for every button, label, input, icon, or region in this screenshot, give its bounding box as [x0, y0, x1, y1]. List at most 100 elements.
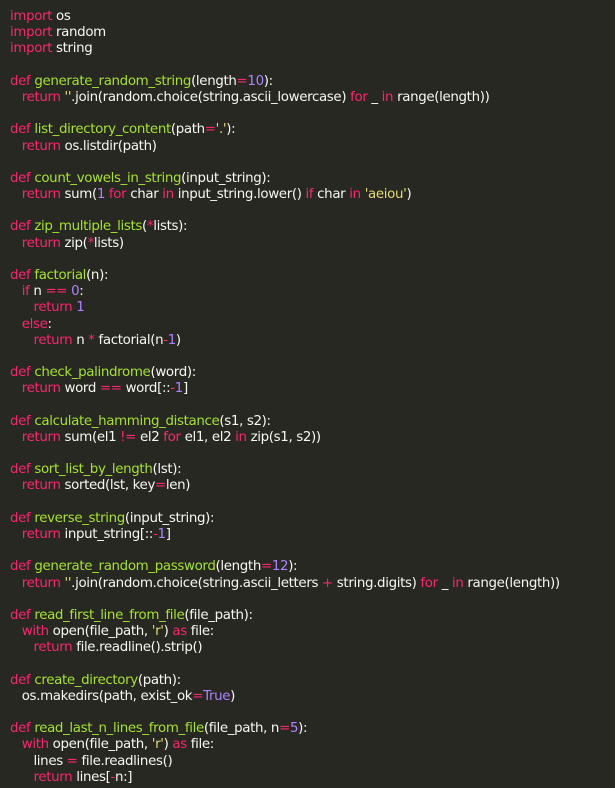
- code-token-kw: def: [10, 672, 31, 688]
- code-token-fn: count_vowels_in_string: [34, 170, 182, 186]
- code-line[interactable]: return lines[-n:]: [10, 770, 615, 786]
- code-token-plain: os.listdir(path): [60, 138, 157, 154]
- code-line[interactable]: def reverse_string(input_string):: [10, 511, 615, 527]
- code-token-fn: read_first_line_from_file: [34, 607, 185, 623]
- code-line[interactable]: import string: [10, 41, 615, 57]
- code-line[interactable]: def count_vowels_in_string(input_string)…: [10, 171, 615, 187]
- code-token-num: 5: [289, 721, 299, 737]
- code-token-plain: .join(random.choice(string.ascii_lowerca…: [71, 89, 351, 105]
- code-line[interactable]: def read_first_line_from_file(file_path)…: [10, 608, 615, 624]
- code-line[interactable]: import random: [10, 25, 615, 41]
- code-line[interactable]: return word == word[::-1]: [10, 381, 615, 397]
- code-line[interactable]: def create_directory(path):: [10, 673, 615, 689]
- code-token-num: 12: [271, 559, 289, 575]
- code-line[interactable]: [10, 543, 615, 559]
- code-line[interactable]: def generate_random_string(length=10):: [10, 74, 615, 90]
- code-token-plain: n:]: [114, 769, 133, 785]
- code-token-num: 1: [167, 332, 177, 348]
- code-token-plain: (word):: [150, 365, 196, 381]
- code-token-plain: range(length)): [393, 89, 490, 105]
- code-editor[interactable]: import os import random import string def …: [10, 9, 615, 786]
- code-line[interactable]: return input_string[::-1]: [10, 527, 615, 543]
- code-token-kw: return: [21, 575, 61, 591]
- code-token-kw: def: [10, 510, 31, 526]
- code-line[interactable]: return sum(1 for char in input_string.lo…: [10, 187, 615, 203]
- code-line[interactable]: return sorted(lst, key=len): [10, 478, 615, 494]
- code-token-kw: import: [10, 41, 53, 57]
- code-token-kw: def: [10, 559, 31, 575]
- code-token-plain: word[::: [121, 381, 171, 397]
- code-line[interactable]: return zip(*lists): [10, 236, 615, 252]
- code-token-plain: (file_path, n: [203, 721, 280, 737]
- code-line[interactable]: def check_palindrome(word):: [10, 365, 615, 381]
- code-token-plain: ): [230, 688, 236, 704]
- code-token-num: 1: [157, 527, 167, 542]
- code-token-plain: ]: [165, 527, 171, 542]
- code-token-plain: (s1, s2):: [219, 413, 271, 429]
- code-line[interactable]: else:: [10, 317, 615, 333]
- code-token-plain: (lst):: [152, 462, 182, 478]
- code-line[interactable]: with open(file_path, 'r') as file:: [10, 624, 615, 640]
- code-line[interactable]: import os: [10, 9, 615, 25]
- code-line[interactable]: [10, 446, 615, 462]
- code-token-str: 'aeiou': [364, 187, 407, 203]
- code-line[interactable]: [10, 155, 615, 171]
- code-token-fn: check_palindrome: [34, 365, 151, 381]
- code-line[interactable]: def factorial(n):: [10, 268, 615, 284]
- code-line[interactable]: def sort_list_by_length(lst):: [10, 462, 615, 478]
- code-token-kw: =: [155, 478, 166, 494]
- code-line[interactable]: return ''.join(random.choice(string.asci…: [10, 90, 615, 106]
- code-token-kw: for: [350, 89, 368, 105]
- code-token-plain: (path: [170, 122, 205, 138]
- code-line[interactable]: [10, 657, 615, 673]
- code-token-kw: return: [33, 769, 73, 785]
- code-line[interactable]: def generate_random_password(length=12):: [10, 559, 615, 575]
- code-line[interactable]: return sum(el1 != el2 for el1, el2 in zi…: [10, 430, 615, 446]
- code-line[interactable]: [10, 58, 615, 74]
- code-token-kw: =: [192, 688, 204, 704]
- code-line[interactable]: return ''.join(random.choice(string.asci…: [10, 576, 615, 592]
- code-token-kw: for: [108, 187, 127, 203]
- code-token-kw: =: [66, 753, 78, 769]
- code-token-kw: def: [10, 607, 31, 623]
- code-token-plain: os: [52, 9, 71, 24]
- code-line[interactable]: return 1: [10, 300, 615, 316]
- code-token-kw: return: [21, 527, 61, 542]
- code-line[interactable]: [10, 495, 615, 511]
- code-token-kw: import: [10, 25, 53, 41]
- code-token-kw: def: [10, 219, 31, 235]
- code-token-kw: in: [162, 187, 174, 203]
- code-token-kw: !=: [120, 429, 137, 445]
- code-line[interactable]: return os.listdir(path): [10, 139, 615, 155]
- code-line[interactable]: return file.readline().strip(): [10, 640, 615, 656]
- code-token-plain: os.makedirs(path, exist_ok: [10, 688, 193, 704]
- code-line[interactable]: if n == 0:: [10, 284, 615, 300]
- code-line[interactable]: def read_last_n_lines_from_file(file_pat…: [10, 721, 615, 737]
- code-line[interactable]: [10, 203, 615, 219]
- code-line[interactable]: def calculate_hamming_distance(s1, s2):: [10, 414, 615, 430]
- code-line[interactable]: [10, 705, 615, 721]
- code-line[interactable]: def zip_multiple_lists(*lists):: [10, 219, 615, 235]
- code-token-kw: def: [10, 122, 31, 138]
- code-line[interactable]: [10, 349, 615, 365]
- code-line[interactable]: [10, 592, 615, 608]
- code-token-kw: for: [163, 429, 181, 445]
- code-line[interactable]: [10, 398, 615, 414]
- code-line[interactable]: [10, 106, 615, 122]
- code-line[interactable]: lines = file.readlines(): [10, 754, 615, 770]
- code-token-kw: return: [33, 300, 73, 316]
- code-line[interactable]: with open(file_path, 'r') as file:: [10, 737, 615, 753]
- code-token-plain: sorted(lst, key: [60, 478, 156, 494]
- code-line[interactable]: [10, 252, 615, 268]
- code-line[interactable]: return n * factorial(n-1): [10, 333, 615, 349]
- code-line[interactable]: os.makedirs(path, exist_ok=True): [10, 689, 615, 705]
- code-line[interactable]: def list_directory_content(path='.'):: [10, 122, 615, 138]
- code-token-num: 1: [96, 187, 106, 203]
